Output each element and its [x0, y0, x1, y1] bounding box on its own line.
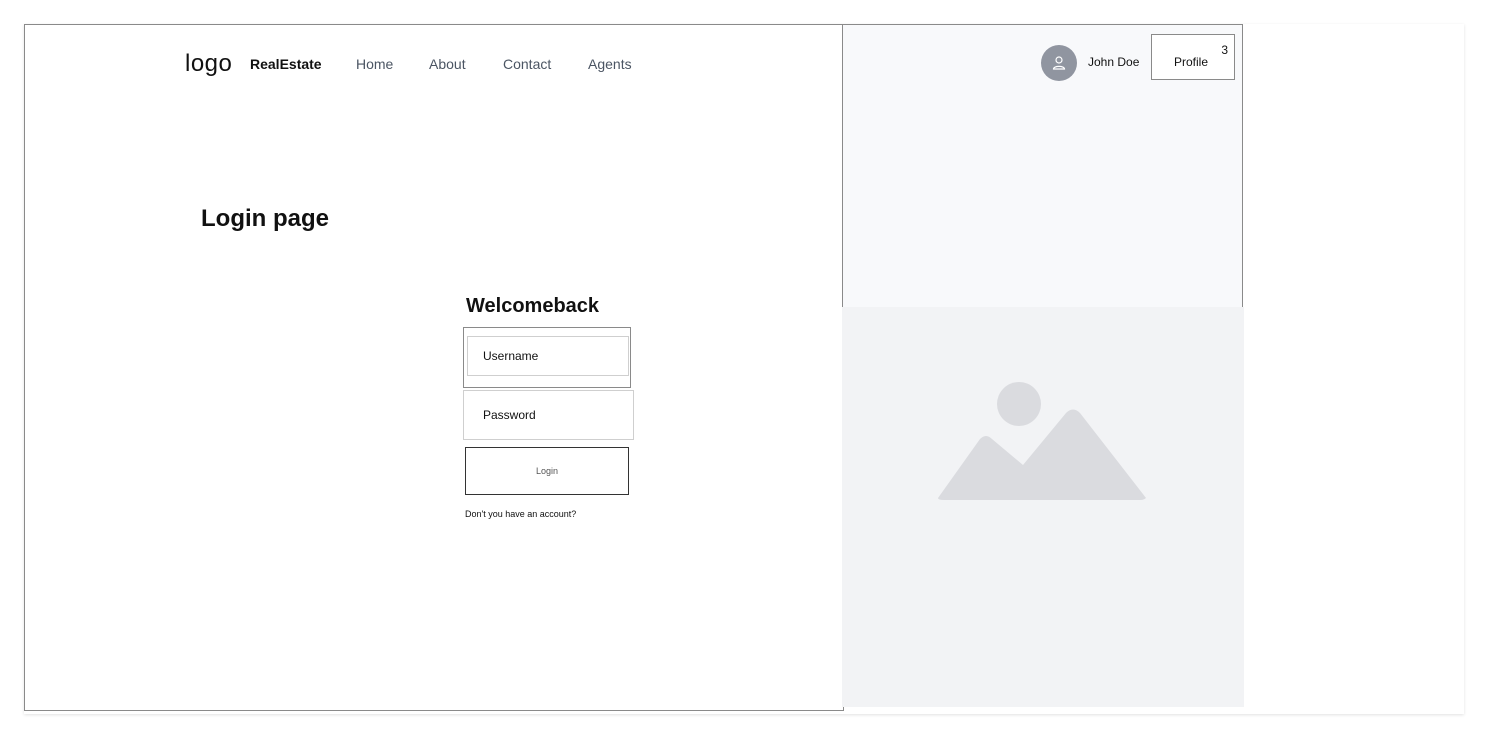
profile-count-badge: 3	[1221, 43, 1228, 57]
profile-label: Profile	[1174, 55, 1209, 69]
user-icon	[1052, 56, 1066, 70]
nav-contact[interactable]: Contact	[503, 56, 551, 72]
login-panel: logo RealEstate Home About Contact Agent…	[24, 24, 844, 711]
logo[interactable]: logo	[185, 50, 232, 78]
page: logo RealEstate Home About Contact Agent…	[24, 24, 1464, 714]
image-panel	[842, 307, 1244, 707]
username-input[interactable]	[467, 336, 629, 376]
username-field-wrapper	[463, 327, 631, 388]
nav-about[interactable]: About	[429, 56, 466, 72]
nav-agents[interactable]: Agents	[588, 56, 632, 72]
page-title: Login page	[201, 205, 329, 232]
welcome-heading: Welcomeback	[466, 295, 600, 317]
nav-home[interactable]: Home	[356, 56, 393, 72]
image-placeholder-icon	[938, 382, 1146, 500]
password-input[interactable]	[463, 390, 634, 440]
signup-link[interactable]: Don't you have an account?	[465, 509, 576, 519]
user-panel: John Doe 3 Profile	[842, 24, 1243, 308]
avatar[interactable]	[1041, 45, 1077, 81]
brand-name[interactable]: RealEstate	[250, 56, 322, 72]
user-name: John Doe	[1088, 55, 1140, 69]
profile-button[interactable]: 3 Profile	[1151, 34, 1235, 80]
login-button[interactable]: Login	[465, 447, 629, 495]
